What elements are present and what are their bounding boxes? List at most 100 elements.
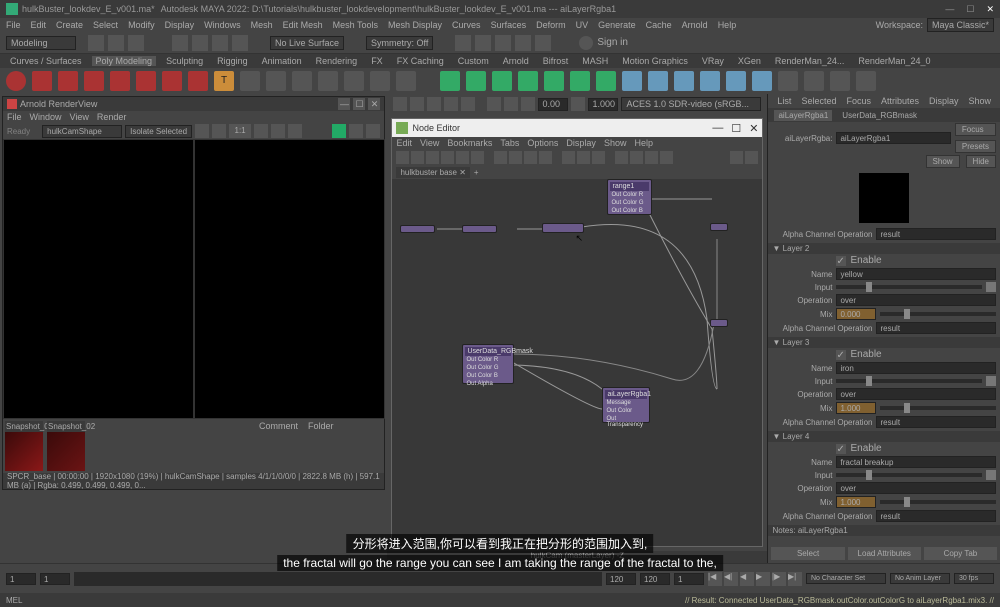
ae-tab-selected[interactable]: Selected (801, 96, 836, 106)
disc-icon[interactable] (162, 71, 182, 91)
menu-arnold[interactable]: Arnold (682, 20, 708, 30)
frame-field[interactable]: 0.00 (538, 98, 568, 111)
arnold-zoom[interactable]: 1:1 (229, 124, 251, 138)
colorspace-dropdown[interactable]: ACES 1.0 SDR-video (sRGB... (621, 97, 761, 111)
plane-icon[interactable] (136, 71, 156, 91)
animlayer-dropdown[interactable]: No Anim Layer (890, 573, 950, 584)
shelf-mash[interactable]: MASH (578, 56, 612, 66)
arnold-menu-file[interactable]: File (7, 112, 22, 122)
menu-editmesh[interactable]: Edit Mesh (283, 20, 323, 30)
cone-icon[interactable] (84, 71, 104, 91)
quad-draw-icon[interactable] (726, 71, 746, 91)
extrude-icon[interactable] (544, 71, 564, 91)
addDiv-icon[interactable] (622, 71, 642, 91)
node-spcrbase[interactable] (710, 319, 728, 327)
vp-tool-8[interactable] (521, 97, 535, 111)
multicut-icon[interactable] (648, 71, 668, 91)
arnold-tool-5[interactable] (288, 124, 302, 138)
cylinder-icon[interactable] (58, 71, 78, 91)
arnold-max-button[interactable]: ☐ (353, 98, 365, 110)
ae-nodetab-ailayer[interactable]: aiLayerRgba1 (774, 110, 832, 121)
render-view-aov[interactable] (194, 139, 385, 419)
cv-icon[interactable] (396, 71, 416, 91)
folder-tab[interactable]: Folder (308, 421, 334, 471)
snap3-icon[interactable] (232, 35, 248, 51)
node-port[interactable]: Out Color R (610, 191, 649, 199)
arnold-tool-1[interactable] (195, 124, 209, 138)
shelf-anim[interactable]: Animation (258, 56, 306, 66)
ae-l3-op-dropdown[interactable]: over (836, 388, 996, 400)
shelf-fxcache[interactable]: FX Caching (393, 56, 448, 66)
collapse-icon[interactable] (856, 71, 876, 91)
ae-notes-header[interactable]: Notes: aiLayerRgba1 (768, 525, 1000, 536)
node-port[interactable]: Out Color B (610, 207, 649, 215)
ae-l4-op-dropdown[interactable]: over (836, 482, 996, 494)
ae-l2-input-slider[interactable] (836, 285, 982, 289)
ne-menu-bookmarks[interactable]: Bookmarks (447, 138, 492, 148)
vp-tool-2[interactable] (410, 97, 424, 111)
arnold-tool-3[interactable] (254, 124, 268, 138)
menu-create[interactable]: Create (56, 20, 83, 30)
ne-tab-hulkbuster[interactable]: hulkbuster base ✕ (396, 167, 469, 178)
ne-menu-tabs[interactable]: Tabs (500, 138, 519, 148)
ne-menu-show[interactable]: Show (604, 138, 627, 148)
vp-field-2[interactable]: 1.000 (588, 98, 618, 111)
ae-l2-name-field[interactable]: yellow (836, 268, 996, 280)
bridge-icon[interactable] (596, 71, 616, 91)
arnold-menu-window[interactable]: Window (30, 112, 62, 122)
menu-uv[interactable]: UV (576, 20, 589, 30)
render-view-beauty[interactable] (3, 139, 194, 419)
arnold-min-button[interactable]: — (338, 98, 350, 110)
menu-generate[interactable]: Generate (598, 20, 636, 30)
ae-l2-aco-dropdown[interactable]: result (876, 322, 996, 334)
ae-focus-button[interactable]: Focus (955, 123, 996, 136)
shelf-rig[interactable]: Rigging (213, 56, 252, 66)
node-range1[interactable]: range1 Out Color R Out Color G Out Color… (607, 179, 652, 215)
arnold-refresh-button[interactable] (366, 124, 380, 138)
tl-end-field[interactable]: 120 (640, 573, 670, 585)
shelf-poly[interactable]: Poly Modeling (92, 56, 157, 66)
type-icon[interactable]: T (214, 71, 234, 91)
ae-show-button[interactable]: Show (926, 155, 960, 168)
arnold-menu-render[interactable]: Render (97, 112, 127, 122)
snap2-icon[interactable] (212, 35, 228, 51)
node-aifractal[interactable] (542, 223, 584, 233)
ae-l4-mix-slider[interactable] (880, 500, 996, 504)
ae-type-field[interactable]: aiLayerRgba1 (836, 132, 950, 144)
vp-tool-3[interactable] (427, 97, 441, 111)
arnold-stop-button[interactable] (349, 124, 363, 138)
node-port[interactable]: Out Alpha (465, 380, 511, 388)
ne-menu-options[interactable]: Options (527, 138, 558, 148)
merge-icon[interactable] (804, 71, 824, 91)
arnold-tool-2[interactable] (212, 124, 226, 138)
node-port[interactable]: Out Color (605, 407, 647, 415)
smooth-icon[interactable] (492, 71, 512, 91)
ne-tool-17[interactable] (660, 151, 673, 164)
ae-select-button[interactable]: Select (771, 547, 844, 560)
ae-hide-button[interactable]: Hide (966, 155, 996, 168)
menu-cache[interactable]: Cache (646, 20, 672, 30)
menu-edit[interactable]: Edit (31, 20, 47, 30)
ne-tool-12[interactable] (577, 151, 590, 164)
svg-icon[interactable] (240, 71, 260, 91)
fps-dropdown[interactable]: 30 fps (954, 573, 994, 584)
ae-l3-enable-check[interactable]: ✓ (836, 350, 846, 360)
ae-layer2-header[interactable]: ▼ Layer 2 (768, 243, 1000, 254)
booleans-icon[interactable] (518, 71, 538, 91)
node-port[interactable]: Out Color G (465, 364, 511, 372)
shelf-fx[interactable]: FX (367, 56, 387, 66)
ae-l3-name-field[interactable]: iron (836, 362, 996, 374)
node-port[interactable]: Out Transparency (605, 415, 647, 429)
redo-icon[interactable] (128, 35, 144, 51)
rendersettings-icon[interactable] (495, 35, 511, 51)
menu-deform[interactable]: Deform (536, 20, 566, 30)
live-surface-dropdown[interactable]: No Live Surface (270, 36, 344, 50)
menu-modify[interactable]: Modify (128, 20, 155, 30)
ne-tool-10[interactable] (539, 151, 552, 164)
tl-endrange-field[interactable]: 120 (606, 573, 636, 585)
menu-mesh[interactable]: Mesh (251, 20, 273, 30)
ne-menu-display[interactable]: Display (566, 138, 596, 148)
node-fractal[interactable] (462, 225, 497, 233)
fill-icon[interactable] (830, 71, 850, 91)
snap-icon[interactable] (192, 35, 208, 51)
